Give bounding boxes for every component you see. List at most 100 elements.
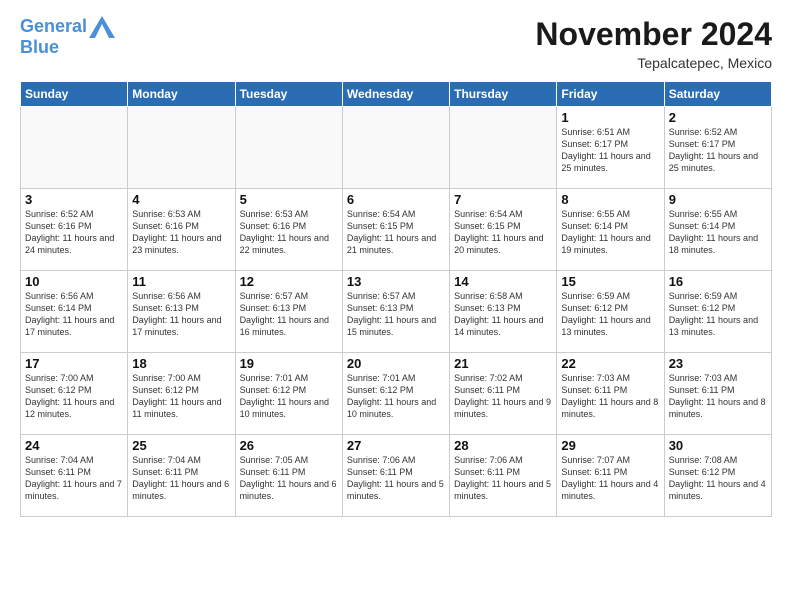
day-number: 29 xyxy=(561,438,659,453)
calendar-cell: 4Sunrise: 6:53 AM Sunset: 6:16 PM Daylig… xyxy=(128,189,235,271)
logo-line1: General xyxy=(20,16,87,36)
weekday-header: Saturday xyxy=(664,82,771,107)
logo-line2: Blue xyxy=(20,38,115,58)
day-info: Sunrise: 7:03 AM Sunset: 6:11 PM Dayligh… xyxy=(561,372,659,421)
weekday-header: Wednesday xyxy=(342,82,449,107)
day-number: 28 xyxy=(454,438,552,453)
day-info: Sunrise: 7:05 AM Sunset: 6:11 PM Dayligh… xyxy=(240,454,338,503)
calendar-week-row: 17Sunrise: 7:00 AM Sunset: 6:12 PM Dayli… xyxy=(21,353,772,435)
calendar-cell: 2Sunrise: 6:52 AM Sunset: 6:17 PM Daylig… xyxy=(664,107,771,189)
day-number: 19 xyxy=(240,356,338,371)
day-info: Sunrise: 7:03 AM Sunset: 6:11 PM Dayligh… xyxy=(669,372,767,421)
day-info: Sunrise: 6:54 AM Sunset: 6:15 PM Dayligh… xyxy=(347,208,445,257)
calendar-cell: 9Sunrise: 6:55 AM Sunset: 6:14 PM Daylig… xyxy=(664,189,771,271)
day-info: Sunrise: 7:04 AM Sunset: 6:11 PM Dayligh… xyxy=(25,454,123,503)
day-info: Sunrise: 7:01 AM Sunset: 6:12 PM Dayligh… xyxy=(347,372,445,421)
calendar-cell: 13Sunrise: 6:57 AM Sunset: 6:13 PM Dayli… xyxy=(342,271,449,353)
day-number: 25 xyxy=(132,438,230,453)
day-number: 20 xyxy=(347,356,445,371)
day-number: 9 xyxy=(669,192,767,207)
day-info: Sunrise: 6:54 AM Sunset: 6:15 PM Dayligh… xyxy=(454,208,552,257)
day-number: 6 xyxy=(347,192,445,207)
page: General Blue November 2024 Tepalcatepec,… xyxy=(0,0,792,527)
calendar-cell: 21Sunrise: 7:02 AM Sunset: 6:11 PM Dayli… xyxy=(450,353,557,435)
logo: General Blue xyxy=(20,16,115,58)
day-number: 22 xyxy=(561,356,659,371)
weekday-header: Sunday xyxy=(21,82,128,107)
calendar-cell xyxy=(21,107,128,189)
month-title: November 2024 xyxy=(535,16,772,53)
day-number: 18 xyxy=(132,356,230,371)
day-number: 1 xyxy=(561,110,659,125)
day-info: Sunrise: 6:53 AM Sunset: 6:16 PM Dayligh… xyxy=(240,208,338,257)
weekday-header: Friday xyxy=(557,82,664,107)
location: Tepalcatepec, Mexico xyxy=(535,55,772,71)
day-number: 11 xyxy=(132,274,230,289)
day-info: Sunrise: 7:06 AM Sunset: 6:11 PM Dayligh… xyxy=(347,454,445,503)
day-info: Sunrise: 7:07 AM Sunset: 6:11 PM Dayligh… xyxy=(561,454,659,503)
logo-text: General xyxy=(20,17,87,37)
calendar-cell: 20Sunrise: 7:01 AM Sunset: 6:12 PM Dayli… xyxy=(342,353,449,435)
day-number: 16 xyxy=(669,274,767,289)
calendar-cell: 27Sunrise: 7:06 AM Sunset: 6:11 PM Dayli… xyxy=(342,435,449,517)
calendar-cell: 28Sunrise: 7:06 AM Sunset: 6:11 PM Dayli… xyxy=(450,435,557,517)
day-number: 21 xyxy=(454,356,552,371)
calendar-cell: 30Sunrise: 7:08 AM Sunset: 6:12 PM Dayli… xyxy=(664,435,771,517)
day-number: 2 xyxy=(669,110,767,125)
calendar-cell: 25Sunrise: 7:04 AM Sunset: 6:11 PM Dayli… xyxy=(128,435,235,517)
weekday-header: Tuesday xyxy=(235,82,342,107)
day-info: Sunrise: 7:00 AM Sunset: 6:12 PM Dayligh… xyxy=(25,372,123,421)
calendar-cell: 6Sunrise: 6:54 AM Sunset: 6:15 PM Daylig… xyxy=(342,189,449,271)
day-number: 14 xyxy=(454,274,552,289)
day-info: Sunrise: 6:59 AM Sunset: 6:12 PM Dayligh… xyxy=(669,290,767,339)
day-info: Sunrise: 7:06 AM Sunset: 6:11 PM Dayligh… xyxy=(454,454,552,503)
calendar-cell: 24Sunrise: 7:04 AM Sunset: 6:11 PM Dayli… xyxy=(21,435,128,517)
weekday-header: Monday xyxy=(128,82,235,107)
calendar-week-row: 24Sunrise: 7:04 AM Sunset: 6:11 PM Dayli… xyxy=(21,435,772,517)
calendar-cell: 23Sunrise: 7:03 AM Sunset: 6:11 PM Dayli… xyxy=(664,353,771,435)
calendar-cell: 8Sunrise: 6:55 AM Sunset: 6:14 PM Daylig… xyxy=(557,189,664,271)
day-info: Sunrise: 6:57 AM Sunset: 6:13 PM Dayligh… xyxy=(347,290,445,339)
day-info: Sunrise: 6:52 AM Sunset: 6:17 PM Dayligh… xyxy=(669,126,767,175)
calendar-cell: 10Sunrise: 6:56 AM Sunset: 6:14 PM Dayli… xyxy=(21,271,128,353)
day-number: 5 xyxy=(240,192,338,207)
day-number: 13 xyxy=(347,274,445,289)
day-number: 27 xyxy=(347,438,445,453)
calendar-cell: 18Sunrise: 7:00 AM Sunset: 6:12 PM Dayli… xyxy=(128,353,235,435)
calendar-cell: 5Sunrise: 6:53 AM Sunset: 6:16 PM Daylig… xyxy=(235,189,342,271)
calendar-cell: 19Sunrise: 7:01 AM Sunset: 6:12 PM Dayli… xyxy=(235,353,342,435)
day-number: 15 xyxy=(561,274,659,289)
calendar-cell xyxy=(450,107,557,189)
header: General Blue November 2024 Tepalcatepec,… xyxy=(20,16,772,71)
calendar-header-row: SundayMondayTuesdayWednesdayThursdayFrid… xyxy=(21,82,772,107)
day-number: 17 xyxy=(25,356,123,371)
calendar-week-row: 10Sunrise: 6:56 AM Sunset: 6:14 PM Dayli… xyxy=(21,271,772,353)
calendar-cell: 15Sunrise: 6:59 AM Sunset: 6:12 PM Dayli… xyxy=(557,271,664,353)
day-info: Sunrise: 6:56 AM Sunset: 6:14 PM Dayligh… xyxy=(25,290,123,339)
day-number: 24 xyxy=(25,438,123,453)
calendar-cell: 1Sunrise: 6:51 AM Sunset: 6:17 PM Daylig… xyxy=(557,107,664,189)
day-info: Sunrise: 6:57 AM Sunset: 6:13 PM Dayligh… xyxy=(240,290,338,339)
day-number: 3 xyxy=(25,192,123,207)
calendar-cell: 7Sunrise: 6:54 AM Sunset: 6:15 PM Daylig… xyxy=(450,189,557,271)
day-info: Sunrise: 6:51 AM Sunset: 6:17 PM Dayligh… xyxy=(561,126,659,175)
calendar-cell: 29Sunrise: 7:07 AM Sunset: 6:11 PM Dayli… xyxy=(557,435,664,517)
title-block: November 2024 Tepalcatepec, Mexico xyxy=(535,16,772,71)
day-info: Sunrise: 6:55 AM Sunset: 6:14 PM Dayligh… xyxy=(669,208,767,257)
logo-icon xyxy=(89,16,115,38)
calendar-cell: 17Sunrise: 7:00 AM Sunset: 6:12 PM Dayli… xyxy=(21,353,128,435)
calendar-cell: 14Sunrise: 6:58 AM Sunset: 6:13 PM Dayli… xyxy=(450,271,557,353)
day-info: Sunrise: 6:52 AM Sunset: 6:16 PM Dayligh… xyxy=(25,208,123,257)
day-info: Sunrise: 7:08 AM Sunset: 6:12 PM Dayligh… xyxy=(669,454,767,503)
day-number: 23 xyxy=(669,356,767,371)
day-info: Sunrise: 7:04 AM Sunset: 6:11 PM Dayligh… xyxy=(132,454,230,503)
calendar-cell: 3Sunrise: 6:52 AM Sunset: 6:16 PM Daylig… xyxy=(21,189,128,271)
day-number: 7 xyxy=(454,192,552,207)
calendar-week-row: 3Sunrise: 6:52 AM Sunset: 6:16 PM Daylig… xyxy=(21,189,772,271)
calendar-cell: 22Sunrise: 7:03 AM Sunset: 6:11 PM Dayli… xyxy=(557,353,664,435)
calendar-cell xyxy=(342,107,449,189)
day-number: 26 xyxy=(240,438,338,453)
day-number: 10 xyxy=(25,274,123,289)
calendar-cell: 11Sunrise: 6:56 AM Sunset: 6:13 PM Dayli… xyxy=(128,271,235,353)
day-info: Sunrise: 7:01 AM Sunset: 6:12 PM Dayligh… xyxy=(240,372,338,421)
